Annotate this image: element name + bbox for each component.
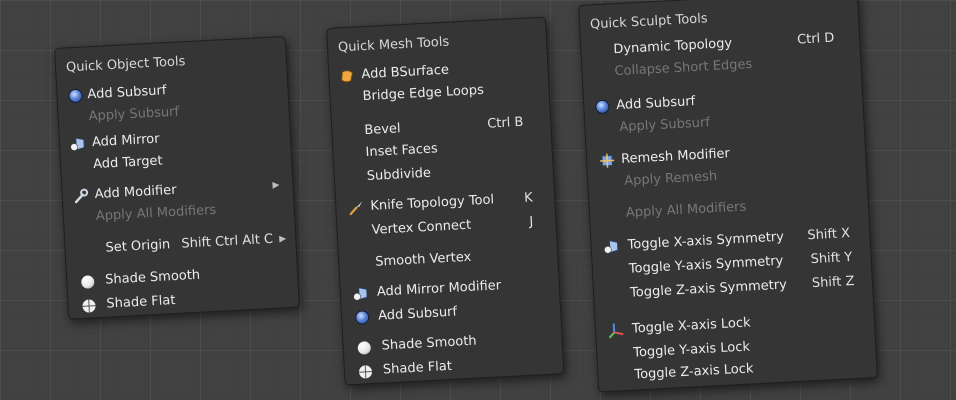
mirror-icon bbox=[70, 135, 87, 152]
quick-mesh-tools-menu: Quick Mesh Tools Add BSurface Bridge Edg… bbox=[326, 16, 565, 386]
subsurf-icon bbox=[354, 309, 371, 326]
menu-title: Quick Object Tools bbox=[65, 54, 186, 76]
bsurface-icon bbox=[339, 68, 356, 85]
axis-lock-icon bbox=[608, 322, 625, 339]
smooth-vertex-item[interactable]: Smooth Vertex bbox=[349, 244, 550, 274]
quick-sculpt-tools-menu: Quick Sculpt Tools Dynamic Topology Ctrl… bbox=[578, 0, 878, 393]
apply-all-modifiers-item: Apply All Modifiers bbox=[625, 199, 747, 221]
mirror-icon bbox=[603, 238, 620, 255]
quick-object-tools-menu: Quick Object Tools Add Subsurf Apply Sub… bbox=[54, 35, 300, 320]
wrench-icon bbox=[72, 187, 89, 204]
set-origin-item[interactable]: Set Origin Shift Ctrl Alt C ▶ bbox=[75, 229, 286, 260]
menu-title: Quick Mesh Tools bbox=[337, 34, 450, 56]
shade-smooth-icon bbox=[79, 273, 96, 290]
shade-smooth-icon bbox=[355, 339, 372, 356]
subsurf-icon bbox=[67, 88, 84, 105]
shade-flat-icon bbox=[357, 363, 374, 380]
submenu-arrow-icon: ▶ bbox=[272, 180, 280, 191]
submenu-arrow-icon: ▶ bbox=[279, 234, 287, 245]
remesh-icon bbox=[599, 152, 616, 169]
menu-title: Quick Sculpt Tools bbox=[589, 11, 708, 33]
mirror-icon bbox=[353, 285, 370, 302]
shade-flat-icon bbox=[80, 297, 97, 314]
subsurf-icon bbox=[594, 98, 611, 115]
knife-icon bbox=[348, 199, 365, 216]
